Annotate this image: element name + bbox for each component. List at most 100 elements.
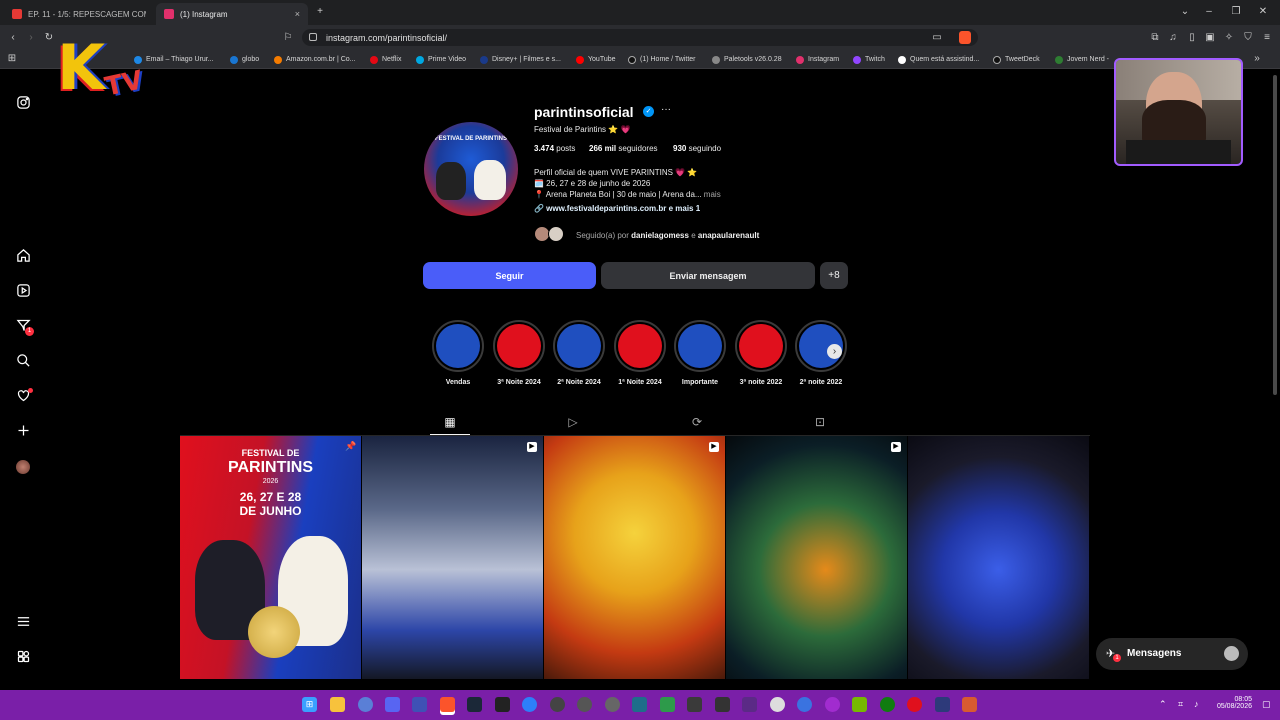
back-icon[interactable]: ‹ bbox=[6, 31, 20, 45]
bookmark-instagram[interactable]: Instagram bbox=[796, 53, 839, 66]
bookmark-amazon[interactable]: Amazon.com.br | Co... bbox=[274, 53, 356, 66]
bookmark-email[interactable]: Email – Thiago Urur... bbox=[134, 53, 214, 66]
clock[interactable]: 08:05 05/08/2026 bbox=[1212, 696, 1252, 710]
highlight-importante[interactable] bbox=[674, 320, 726, 372]
profile-avatar[interactable] bbox=[16, 460, 30, 474]
create-icon[interactable] bbox=[14, 423, 32, 441]
bio-more-link[interactable]: mais bbox=[704, 190, 721, 199]
calculator-icon[interactable] bbox=[715, 697, 730, 712]
vpn-icon[interactable]: ⛉ bbox=[1241, 31, 1255, 45]
file-explorer-icon[interactable] bbox=[330, 697, 345, 712]
highlight-1a-noite-2024[interactable] bbox=[614, 320, 666, 372]
close-tab-icon[interactable]: × bbox=[295, 9, 300, 19]
bookmark-youtube[interactable]: YouTube bbox=[576, 53, 616, 66]
tray-chevron-icon[interactable]: ⌃ bbox=[1159, 699, 1167, 710]
notifications-icon[interactable]: ▢ bbox=[1262, 699, 1271, 710]
highlights-next-button[interactable]: › bbox=[827, 344, 842, 359]
posts-grid-tab-icon[interactable]: ▦ bbox=[442, 414, 458, 430]
website-link[interactable]: 🔗 www.festivaldeparintins.com.br e mais … bbox=[534, 204, 700, 213]
app-icon[interactable] bbox=[577, 697, 592, 712]
bookmark-quem-esta[interactable]: Quem está assistind... bbox=[898, 53, 979, 66]
tab-youtube[interactable]: EP. 11 - 1/5: REPESCAGEM COM bbox=[4, 3, 154, 25]
brave-icon[interactable] bbox=[440, 697, 455, 712]
post-thumbnail[interactable]: ▶ bbox=[544, 436, 725, 679]
home-icon[interactable] bbox=[14, 248, 32, 266]
app-icon[interactable] bbox=[660, 697, 675, 712]
bookmark-twitch[interactable]: Twitch bbox=[853, 53, 885, 66]
media-icon[interactable]: ♫ bbox=[1166, 31, 1180, 45]
highlight-3a-noite-2022[interactable] bbox=[735, 320, 787, 372]
app-icon[interactable] bbox=[825, 697, 840, 712]
leo-icon[interactable]: ✧ bbox=[1222, 31, 1236, 45]
followed-by[interactable]: Seguido(a) por danielagomess e anapaular… bbox=[576, 231, 759, 240]
bookmark-disney[interactable]: Disney+ | Filmes e s... bbox=[480, 53, 561, 66]
app-icon[interactable] bbox=[495, 697, 510, 712]
app-icon[interactable] bbox=[550, 697, 565, 712]
app-icon[interactable] bbox=[907, 697, 922, 712]
nvidia-icon[interactable] bbox=[852, 697, 867, 712]
brave-shield-icon[interactable] bbox=[959, 31, 971, 44]
add-user-button[interactable]: +8 bbox=[820, 262, 848, 289]
messages-button[interactable]: ✈ 1 Mensagens bbox=[1096, 638, 1248, 670]
app-icon[interactable] bbox=[412, 697, 427, 712]
app-icon[interactable] bbox=[687, 697, 702, 712]
profile-picture[interactable]: FESTIVAL DE PARINTINS bbox=[424, 122, 518, 216]
close-window-icon[interactable]: ✕ bbox=[1256, 5, 1270, 19]
post-thumbnail[interactable] bbox=[908, 436, 1089, 679]
bookmark-tweetdeck[interactable]: TweetDeck bbox=[993, 53, 1040, 66]
highlight-3a-noite-2024[interactable] bbox=[493, 320, 545, 372]
instagram-logo-icon[interactable] bbox=[14, 95, 32, 113]
highlight-2a-noite-2024[interactable] bbox=[553, 320, 605, 372]
app-icon[interactable] bbox=[797, 697, 812, 712]
reload-icon[interactable]: ↻ bbox=[42, 31, 56, 45]
highlight-vendas[interactable] bbox=[432, 320, 484, 372]
new-tab-button[interactable]: + bbox=[313, 5, 327, 19]
page-scrollbar[interactable] bbox=[1273, 75, 1277, 395]
forward-icon[interactable]: › bbox=[24, 31, 38, 45]
discord-icon[interactable] bbox=[385, 697, 400, 712]
tab-instagram[interactable]: (1) Instagram × bbox=[156, 3, 308, 25]
bookmark-netflix[interactable]: Netflix bbox=[370, 53, 401, 66]
start-icon[interactable]: ⊞ bbox=[302, 697, 317, 712]
send-message-button[interactable]: Enviar mensagem bbox=[601, 262, 815, 289]
wallet-icon[interactable]: ▣ bbox=[1203, 31, 1217, 45]
app-icon[interactable] bbox=[742, 697, 757, 712]
bookmark-paletools[interactable]: Paletools v26.0.28 bbox=[712, 53, 782, 66]
chrome-icon[interactable] bbox=[770, 697, 785, 712]
bookmark-icon[interactable]: ⚐ bbox=[281, 31, 295, 45]
post-thumbnail[interactable]: ▶ bbox=[362, 436, 543, 679]
site-info-icon[interactable] bbox=[309, 33, 317, 41]
xbox-icon[interactable] bbox=[880, 697, 895, 712]
bookmark-twitter[interactable]: (1) Home / Twitter bbox=[628, 53, 696, 66]
sidebar-icon[interactable]: ▯ bbox=[1185, 31, 1199, 45]
maximize-icon[interactable]: ❐ bbox=[1229, 5, 1243, 19]
post-thumbnail[interactable]: FESTIVAL DE PARINTINS 2026 26, 27 E 28 D… bbox=[180, 436, 361, 679]
app-icon[interactable] bbox=[962, 697, 977, 712]
also-from-meta-icon[interactable] bbox=[14, 649, 32, 667]
address-bar[interactable]: instagram.com/parintinsoficial/ bbox=[302, 29, 978, 46]
reels-icon[interactable] bbox=[14, 283, 32, 301]
followers-stat[interactable]: 266 mil seguidores bbox=[589, 144, 658, 153]
search-icon[interactable] bbox=[14, 353, 32, 371]
menu-icon[interactable]: ≡ bbox=[1260, 31, 1274, 45]
more-menu-icon[interactable] bbox=[14, 614, 32, 632]
tagged-tab-icon[interactable]: ⊡ bbox=[812, 414, 828, 430]
minimize-icon[interactable]: – bbox=[1202, 5, 1216, 19]
bookmark-globo[interactable]: globo bbox=[230, 53, 259, 66]
more-options-icon[interactable]: ··· bbox=[661, 104, 671, 115]
volume-icon[interactable]: ♪ bbox=[1194, 699, 1199, 709]
follow-button[interactable]: Seguir bbox=[423, 262, 596, 289]
steam-icon[interactable] bbox=[467, 697, 482, 712]
tab-search-icon[interactable]: ⌄ bbox=[1178, 5, 1192, 19]
more-bookmarks-icon[interactable]: » bbox=[1250, 52, 1264, 66]
network-icon[interactable]: ⌗ bbox=[1178, 699, 1183, 710]
post-thumbnail[interactable]: ▶ bbox=[726, 436, 907, 679]
bookmark-jovem-nerd[interactable]: Jovem Nerd - bbox=[1055, 53, 1109, 66]
app-icon[interactable] bbox=[522, 697, 537, 712]
browser-icon[interactable] bbox=[358, 697, 373, 712]
app-icon[interactable] bbox=[632, 697, 647, 712]
apps-icon[interactable]: ⊞ bbox=[5, 52, 19, 66]
bookmark-prime-video[interactable]: Prime Video bbox=[416, 53, 466, 66]
following-stat[interactable]: 930 seguindo bbox=[673, 144, 721, 153]
app-icon[interactable] bbox=[605, 697, 620, 712]
